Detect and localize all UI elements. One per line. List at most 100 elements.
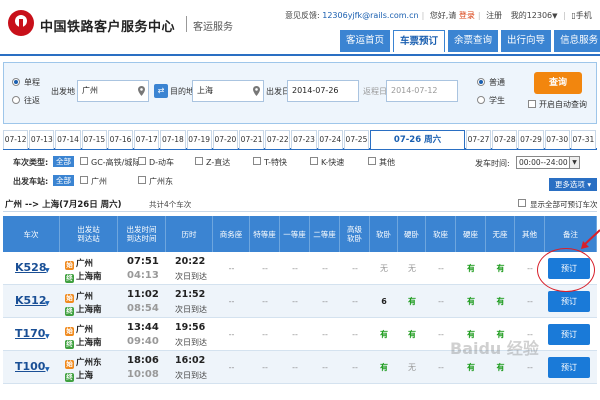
column-header: 软卧 [370, 216, 398, 252]
mobile-link[interactable]: 手机 [576, 11, 592, 20]
train-type-all[interactable]: 全部 [53, 156, 74, 167]
auto-query-label: 开启自动查询 [539, 100, 587, 109]
type-z-label: Z-直达 [206, 158, 231, 167]
date-tab[interactable]: 07-13 [29, 130, 55, 149]
book-button[interactable]: 预订 [548, 291, 590, 312]
nav-guide[interactable]: 出行向导 [501, 30, 552, 52]
feedback-label: 意见反馈: [285, 11, 320, 20]
date-tab[interactable]: 07-16 [107, 130, 134, 149]
chevron-down-icon[interactable]: ▼ [45, 300, 50, 307]
date-tab[interactable]: 07-31 [570, 130, 597, 149]
depart-station-label: 出发车站: [13, 177, 49, 186]
seat-availability[interactable]: 有 [370, 318, 398, 351]
seat-availability: -- [292, 264, 298, 273]
date-tab[interactable]: 07-14 [55, 130, 81, 149]
show-all-checkbox[interactable] [518, 199, 526, 207]
date-tab[interactable]: 07-25 [343, 130, 370, 149]
train-number-link[interactable]: T100 [15, 360, 45, 373]
seat-availability[interactable]: 有 [456, 252, 486, 285]
login-link[interactable]: 登录 [459, 11, 475, 20]
type-normal-label: 普通 [489, 78, 505, 87]
from-station: 始广州东 [65, 358, 102, 369]
seat-availability[interactable]: 有 [486, 285, 515, 318]
trip-oneway-label: 单程 [24, 78, 40, 87]
feedback-mail-link[interactable]: 12306yjfk@rails.com.cn [322, 11, 418, 20]
depart-date-input[interactable]: 2014-07-26 [287, 80, 359, 102]
from-station-input[interactable]: 广州 [77, 80, 149, 102]
type-d-checkbox[interactable] [138, 157, 146, 165]
seat-availability[interactable]: 无 [398, 252, 426, 285]
train-number-link[interactable]: K528 [15, 261, 47, 274]
date-tab[interactable]: 07-15 [81, 130, 107, 149]
type-t-label: T-特快 [264, 158, 288, 167]
depart-time: 18:06 [127, 355, 159, 366]
column-header[interactable]: 历时 [166, 216, 213, 252]
chevron-down-icon[interactable]: ▼ [45, 333, 50, 340]
date-tab[interactable]: 07-12 [3, 130, 29, 149]
date-tab[interactable]: 07-20 [212, 130, 238, 149]
register-link[interactable]: 注册 [486, 11, 502, 20]
type-normal-radio[interactable] [477, 78, 485, 86]
trip-oneway-radio[interactable] [12, 78, 20, 86]
type-other-checkbox[interactable] [368, 157, 376, 165]
type-z-checkbox[interactable] [195, 157, 203, 165]
date-tab[interactable]: 07-22 [265, 130, 291, 149]
station-guangzhoudong-checkbox[interactable] [138, 176, 146, 184]
column-header[interactable]: 出发时间 到达时间 [118, 216, 166, 252]
date-tab-active[interactable]: 07-26 周六 [370, 130, 465, 149]
date-tab[interactable]: 07-17 [134, 130, 160, 149]
column-header: 软座 [426, 216, 456, 252]
top-links: 意见反馈: 12306yjfk@rails.com.cn | 您好,请 登录 | 注… [285, 11, 592, 20]
nav-info[interactable]: 信息服务 [554, 30, 600, 52]
chevron-down-icon: ▼ [552, 12, 558, 20]
column-header: 车次 [3, 216, 60, 252]
type-gc-checkbox[interactable] [80, 157, 88, 165]
my12306-link[interactable]: 我的12306 [511, 11, 552, 20]
date-tab[interactable]: 07-23 [291, 130, 317, 149]
trip-round-radio[interactable] [12, 96, 20, 104]
type-t-checkbox[interactable] [253, 157, 261, 165]
date-tab[interactable]: 07-28 [492, 130, 518, 149]
to-station: 终上海南 [65, 272, 102, 283]
return-date-input[interactable]: 2014-07-12 [386, 80, 458, 102]
station-all[interactable]: 全部 [53, 175, 74, 186]
depart-time-select[interactable]: 00:00--24:00 ▼ [516, 156, 580, 169]
seat-availability[interactable]: 6 [370, 285, 398, 318]
seat-availability[interactable]: 无 [398, 351, 426, 384]
watermark-text: Baidu 经验 [450, 339, 539, 358]
seat-availability[interactable]: 有 [456, 285, 486, 318]
date-tab[interactable]: 07-19 [186, 130, 212, 149]
seat-availability[interactable]: 有 [370, 351, 398, 384]
site-header: 中国铁路客户服务中心 客运服务 意见反馈: 12306yjfk@rails.co… [0, 0, 600, 56]
nav-home[interactable]: 客运首页 [340, 30, 391, 52]
book-button[interactable]: 预订 [548, 357, 590, 378]
more-options-button[interactable]: 更多选项 ▾ [549, 178, 597, 191]
book-button[interactable]: 预订 [548, 324, 590, 345]
type-student-radio[interactable] [477, 96, 485, 104]
seat-availability: -- [262, 363, 268, 372]
station-guangzhou-checkbox[interactable] [80, 176, 88, 184]
date-tab[interactable]: 07-27 [465, 130, 492, 149]
nav-remaining[interactable]: 余票查询 [448, 30, 499, 52]
query-button[interactable]: 查询 [534, 72, 582, 94]
seat-availability[interactable]: 有 [486, 252, 515, 285]
nav-booking[interactable]: 车票预订 [393, 30, 446, 52]
seat-availability[interactable]: 有 [398, 318, 426, 351]
train-number-link[interactable]: T170 [15, 327, 45, 340]
search-panel: 单程 往返 出发地 广州 ⇄ 目的地 上海 出发日 2014-07-26 返程日… [3, 62, 597, 124]
date-tab[interactable]: 07-29 [518, 130, 544, 149]
type-k-checkbox[interactable] [310, 157, 318, 165]
seat-availability[interactable]: 有 [398, 285, 426, 318]
date-tab[interactable]: 07-24 [317, 130, 343, 149]
seat-availability[interactable]: 无 [370, 252, 398, 285]
date-tab[interactable]: 07-30 [544, 130, 570, 149]
chevron-down-icon[interactable]: ▼ [45, 267, 50, 274]
auto-query-checkbox[interactable] [528, 100, 536, 108]
swap-stations-icon[interactable]: ⇄ [154, 84, 168, 98]
date-tab[interactable]: 07-18 [160, 130, 186, 149]
show-all-label: 显示全部可预订车次 [530, 200, 598, 209]
to-station-input[interactable]: 上海 [192, 80, 264, 102]
date-tab[interactable]: 07-21 [238, 130, 265, 149]
train-number-link[interactable]: K512 [15, 294, 47, 307]
chevron-down-icon[interactable]: ▼ [45, 366, 50, 373]
